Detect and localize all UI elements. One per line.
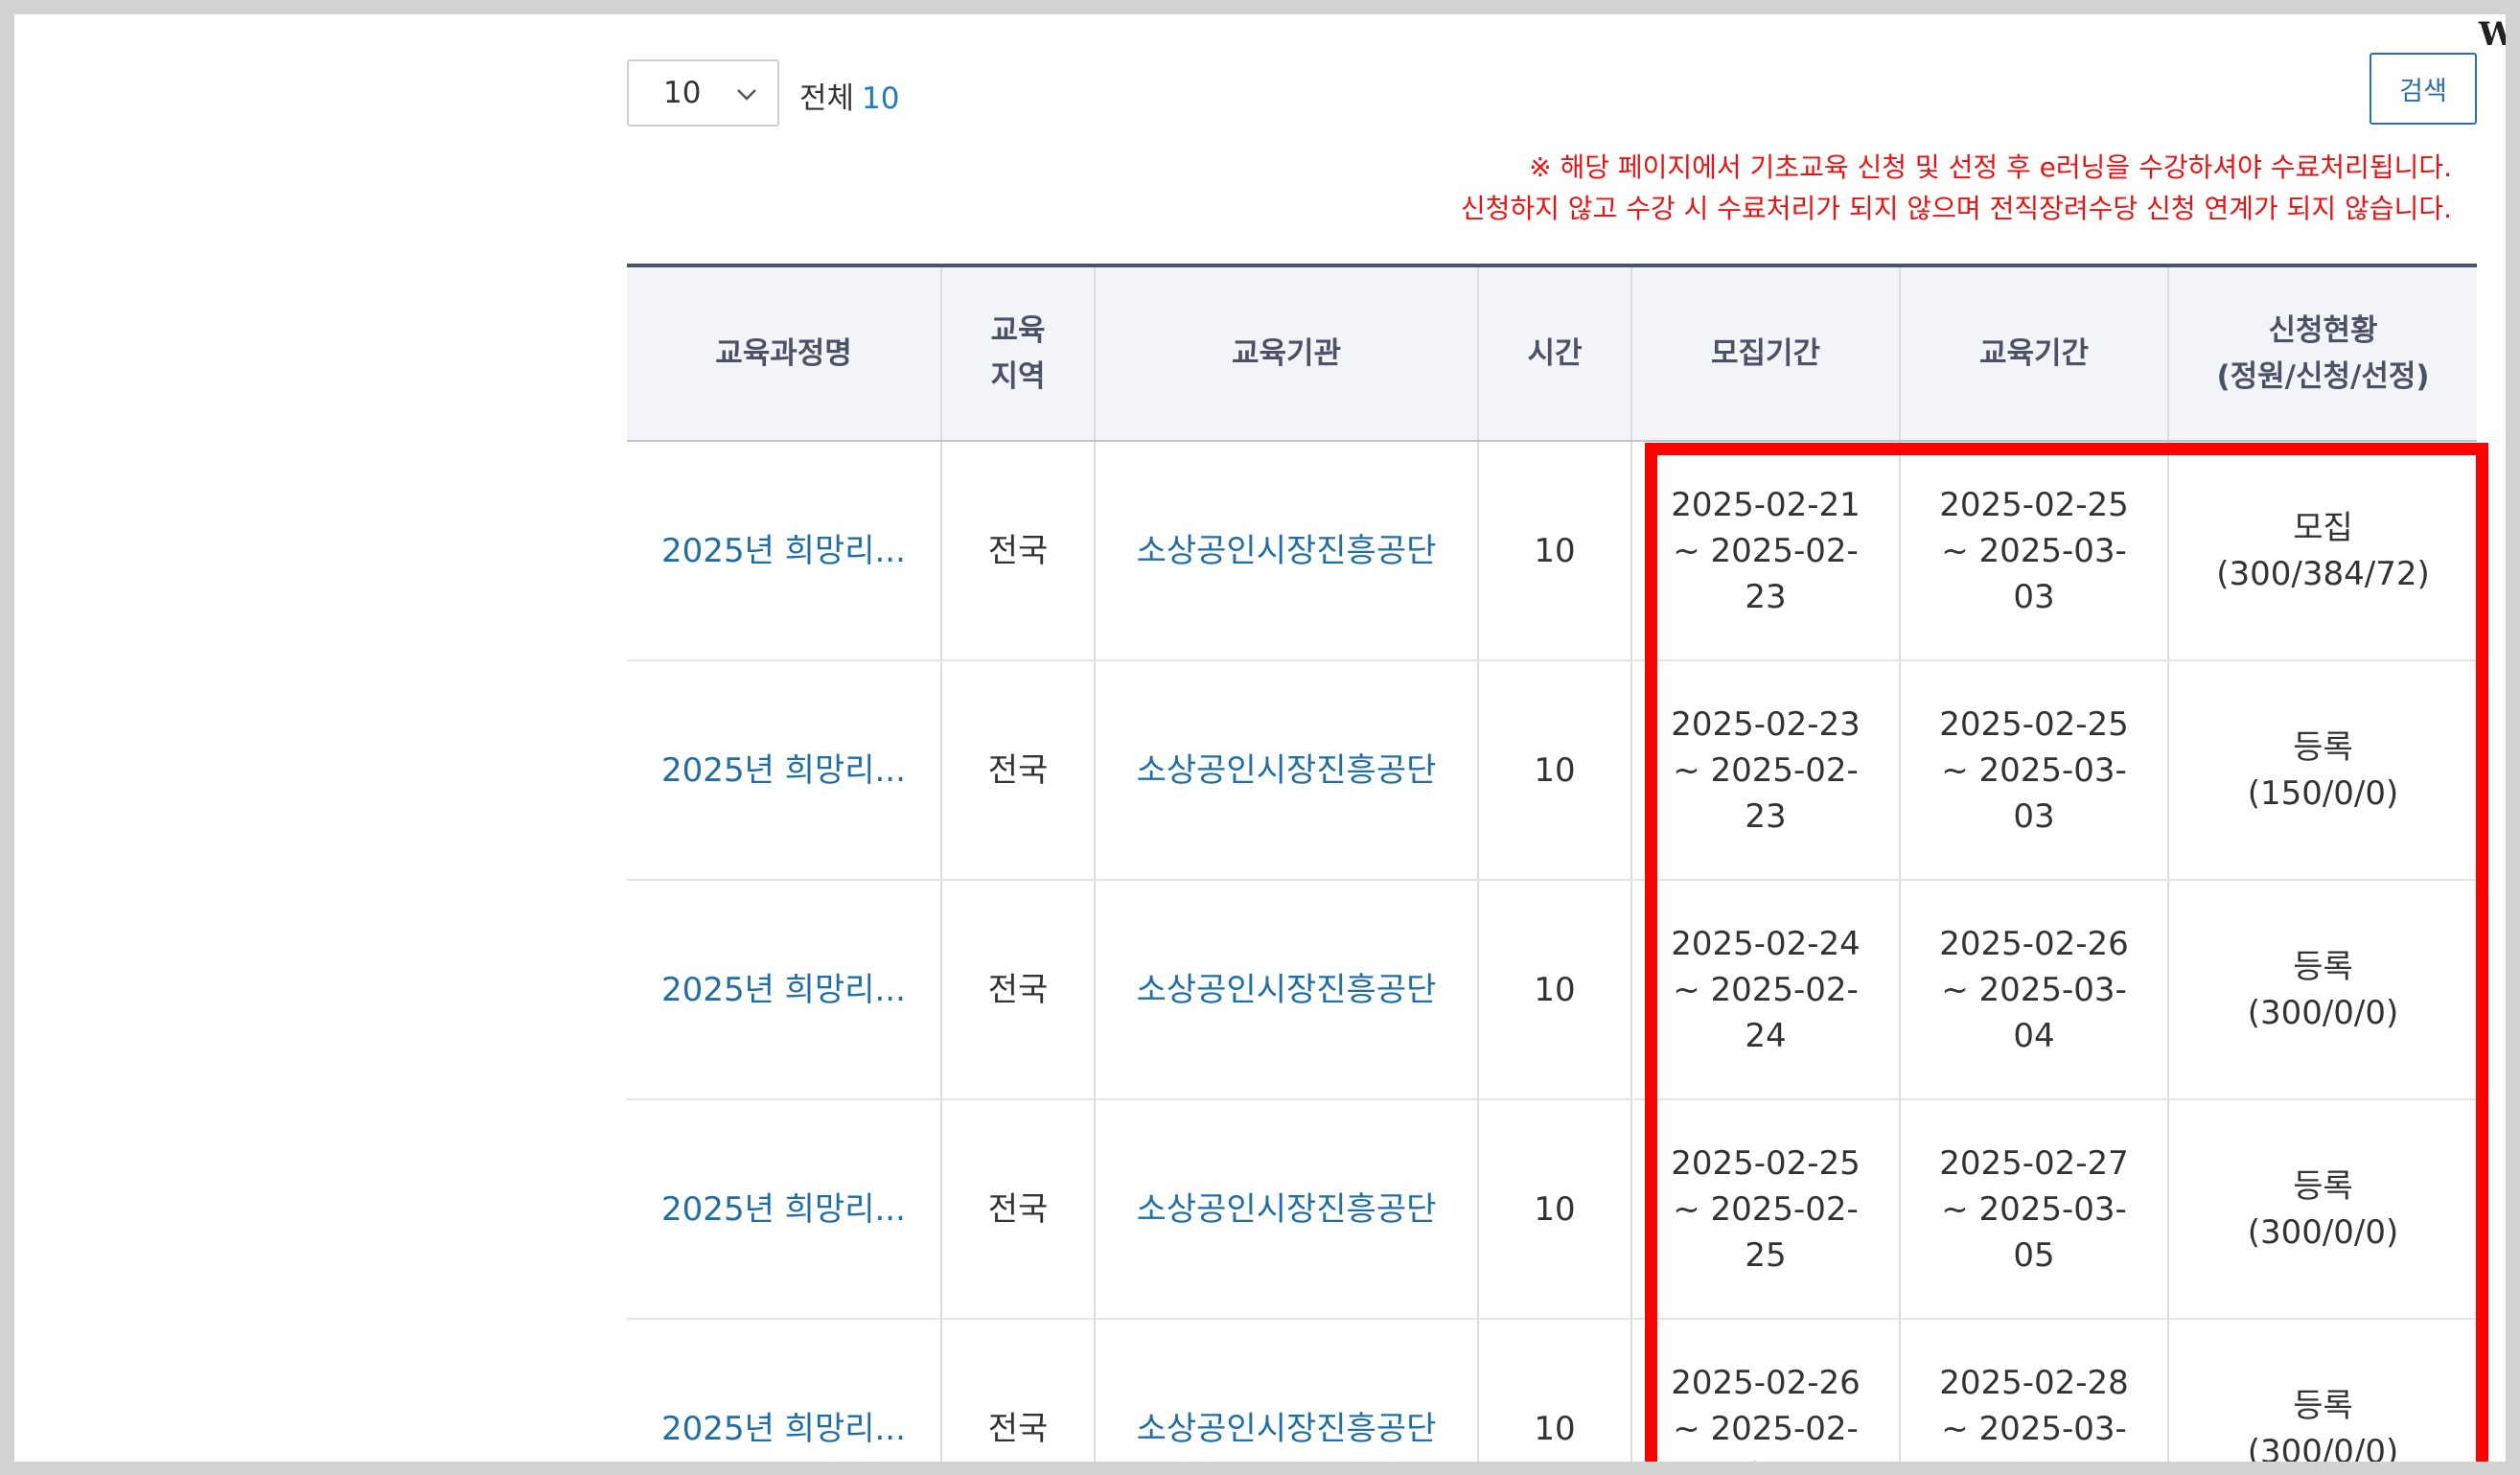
course-name-link[interactable]: 2025년 희망리...: [628, 1187, 939, 1233]
course-name-link[interactable]: 2025년 희망리...: [628, 967, 939, 1013]
page: W 10 전체 10 검색 ※ 해당 페이지에서 기초교육 신청 및 선정 후 e…: [14, 14, 2506, 1462]
hours-cell: 10: [1478, 880, 1632, 1100]
course-name-cell[interactable]: 2025년 희망리...: [627, 660, 942, 881]
page-size-select[interactable]: 10: [627, 59, 779, 127]
region-cell: 전국: [941, 1319, 1096, 1462]
notice-line-1: ※ 해당 페이지에서 기초교육 신청 및 선정 후 e러닝을 수강하셔야 수료처…: [1529, 151, 2452, 183]
header-status-line-1: 신청현황: [2268, 313, 2378, 348]
hours-cell: 10: [1478, 1319, 1632, 1462]
notice: ※ 해당 페이지에서 기초교육 신청 및 선정 후 e러닝을 수강하셔야 수료처…: [1461, 147, 2452, 229]
hours-cell: 10: [1478, 1099, 1632, 1320]
org-link[interactable]: 소상공인시장진흥공단: [1137, 532, 1437, 570]
highlight-box: [1645, 443, 2488, 1462]
org-link[interactable]: 소상공인시장진흥공단: [1137, 1190, 1437, 1229]
org-link[interactable]: 소상공인시장진흥공단: [1137, 751, 1437, 790]
search-button[interactable]: 검색: [2370, 53, 2477, 125]
course-name-cell[interactable]: 2025년 희망리...: [627, 1099, 942, 1320]
region-cell: 전국: [941, 441, 1096, 661]
org-link[interactable]: 소상공인시장진흥공단: [1137, 971, 1437, 1009]
header-hours: 시간: [1478, 264, 1632, 442]
org-cell[interactable]: 소상공인시장진흥공단: [1095, 1319, 1479, 1462]
course-name-cell[interactable]: 2025년 희망리...: [627, 441, 942, 661]
hours-cell: 10: [1478, 660, 1632, 881]
chevron-down-icon: [737, 89, 756, 101]
total-count: 전체 10: [799, 74, 900, 117]
header-region-line-1: 교육: [990, 313, 1046, 348]
header-status: 신청현황 (정원/신청/선정): [2168, 264, 2477, 442]
header-course: 교육과정명: [627, 264, 942, 442]
header-recruit-period: 모집기간: [1631, 264, 1901, 442]
course-name-link[interactable]: 2025년 희망리...: [628, 1406, 939, 1452]
org-cell[interactable]: 소상공인시장진흥공단: [1095, 880, 1479, 1100]
region-cell: 전국: [941, 1099, 1096, 1320]
total-count-value: 10: [862, 81, 900, 116]
logo-icon: W: [2468, 14, 2506, 55]
region-cell: 전국: [941, 660, 1096, 881]
notice-line-2: 신청하지 않고 수강 시 수료처리가 되지 않으며 전직장려수당 신청 연계가 …: [1460, 193, 2452, 224]
course-name-cell[interactable]: 2025년 희망리...: [627, 880, 942, 1100]
course-name-link[interactable]: 2025년 희망리...: [628, 748, 939, 794]
org-cell[interactable]: 소상공인시장진흥공단: [1095, 441, 1479, 661]
org-link[interactable]: 소상공인시장진흥공단: [1137, 1410, 1437, 1448]
header-status-line-2: (정원/신청/선정): [2216, 359, 2430, 394]
header-edu-period: 교육기간: [1900, 264, 2169, 442]
course-name-link[interactable]: 2025년 희망리...: [628, 528, 939, 574]
hours-cell: 10: [1478, 441, 1632, 661]
course-name-cell[interactable]: 2025년 희망리...: [627, 1319, 942, 1462]
header-region: 교육지역: [941, 264, 1096, 442]
header-region-line-2: 지역: [990, 359, 1046, 394]
table-header-row: 교육과정명 교육지역 교육기관 시간 모집기간 교육기간 신청현황 (정원/신청/…: [627, 264, 2477, 442]
header-org: 교육기관: [1095, 264, 1479, 442]
org-cell[interactable]: 소상공인시장진흥공단: [1095, 1099, 1479, 1320]
page-size-value: 10: [663, 76, 702, 110]
org-cell[interactable]: 소상공인시장진흥공단: [1095, 660, 1479, 881]
region-cell: 전국: [941, 880, 1096, 1100]
total-label: 전체: [799, 81, 855, 116]
